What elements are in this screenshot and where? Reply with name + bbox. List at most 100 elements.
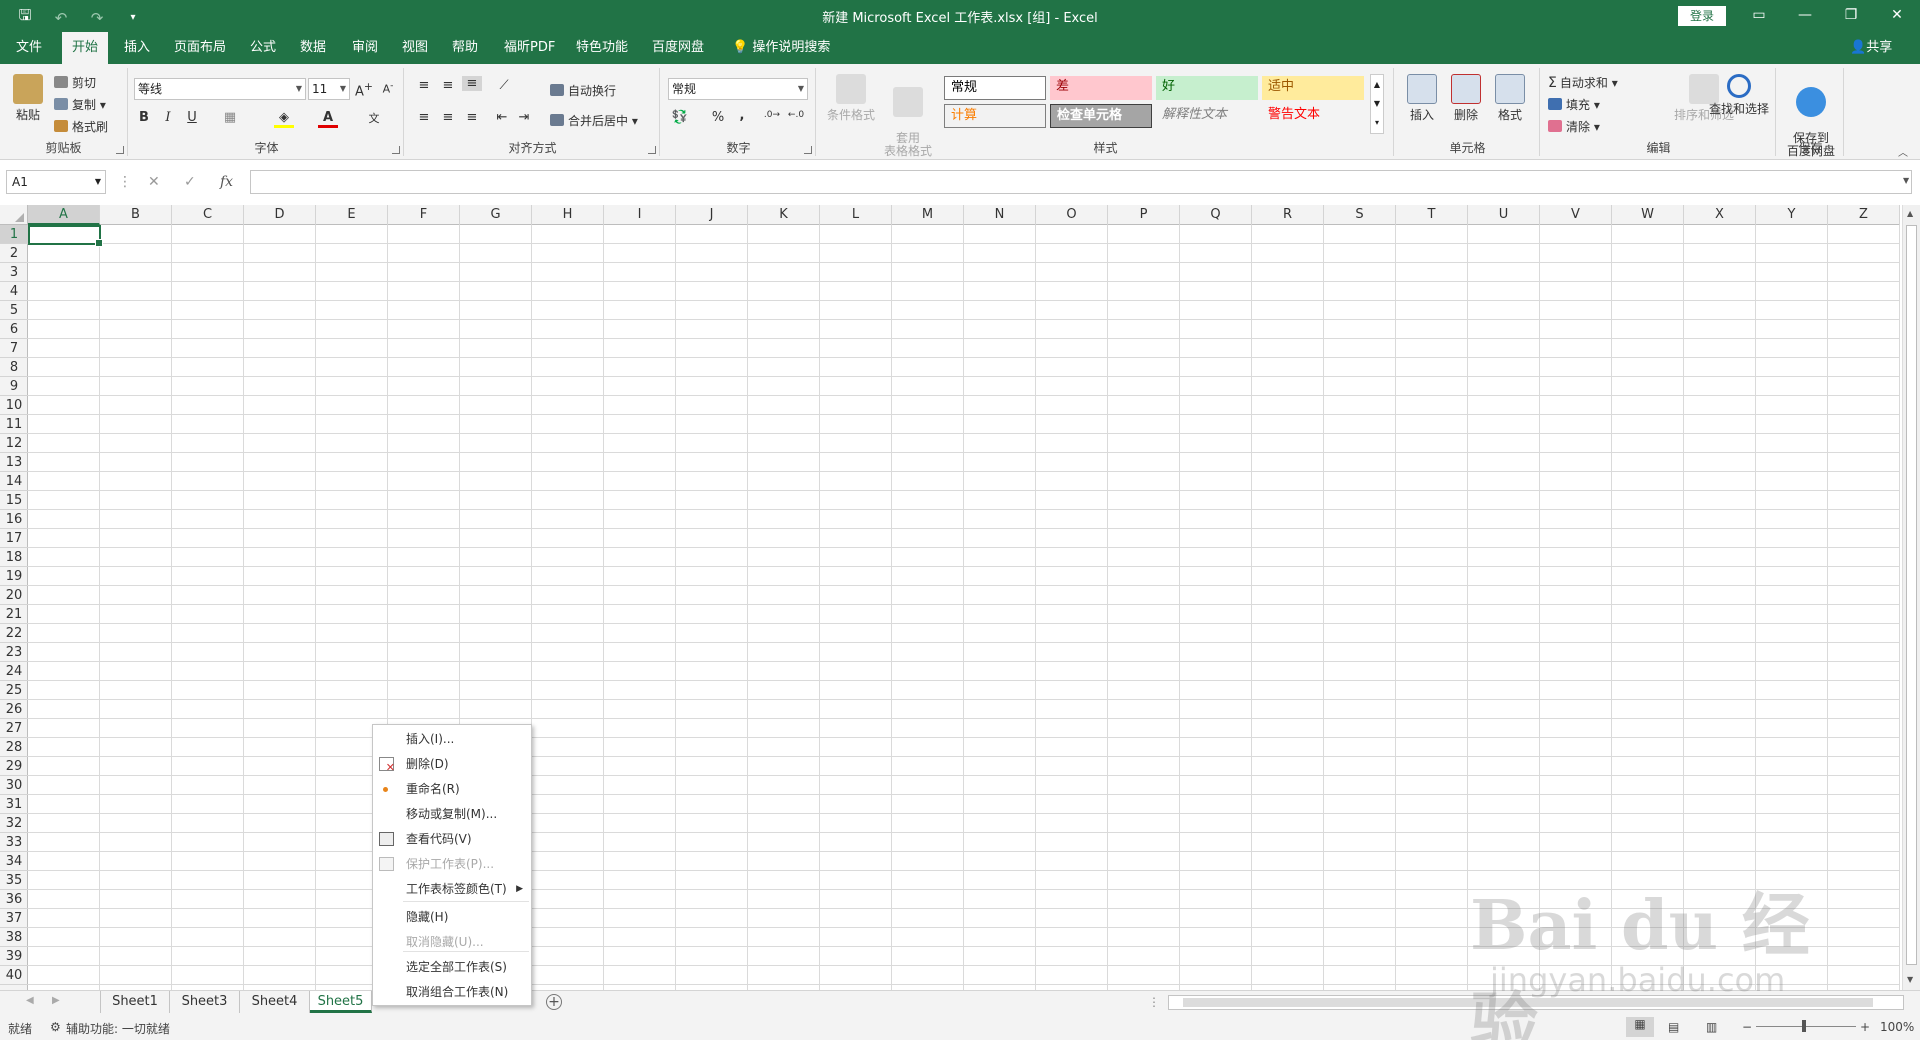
context-menu-item[interactable]: 移动或复制(M)... — [373, 802, 531, 826]
row-header[interactable]: 17 — [0, 529, 28, 548]
cell-style-option[interactable]: 适中 — [1262, 76, 1364, 100]
row-header[interactable]: 7 — [0, 339, 28, 358]
context-menu-item[interactable]: 插入(I)... — [373, 727, 531, 751]
format-cells-button[interactable]: 格式 — [1490, 74, 1530, 123]
name-box[interactable]: A1 ▼ — [6, 170, 106, 194]
column-header[interactable]: O — [1036, 205, 1108, 225]
row-header[interactable]: 19 — [0, 567, 28, 586]
clear-button[interactable]: 清除 ▾ — [1548, 118, 1600, 135]
autosum-button[interactable]: Σ 自动求和 ▾ — [1548, 74, 1618, 91]
context-menu-item[interactable]: 重命名(R) — [373, 777, 531, 801]
login-button[interactable]: 登录 — [1678, 6, 1726, 26]
cut-button[interactable]: 剪切 — [54, 74, 96, 91]
row-header[interactable]: 21 — [0, 605, 28, 624]
column-header[interactable]: C — [172, 205, 244, 225]
row-header[interactable]: 34 — [0, 852, 28, 871]
decrease-indent-icon[interactable]: ⇤ — [492, 110, 512, 125]
tab-split-grip-icon[interactable]: ⋮ — [1148, 995, 1160, 1009]
fill-button[interactable]: 填充 ▾ — [1548, 96, 1600, 113]
percent-button[interactable]: % — [708, 110, 728, 125]
tab-formulas[interactable]: 公式 — [240, 32, 286, 64]
column-header[interactable]: F — [388, 205, 460, 225]
row-header[interactable]: 33 — [0, 833, 28, 852]
alignment-launcher-icon[interactable] — [648, 146, 656, 154]
sheet-tab-sheet1[interactable]: Sheet1 — [100, 991, 170, 1013]
close-icon[interactable]: ✕ — [1874, 0, 1920, 32]
paste-button[interactable]: 粘贴 — [8, 74, 48, 123]
row-header[interactable]: 10 — [0, 396, 28, 415]
sheet-tab-sheet5[interactable]: Sheet5 — [310, 991, 372, 1013]
row-header[interactable]: 14 — [0, 472, 28, 491]
gallery-scroll[interactable]: ▲ ▼ ▾ — [1370, 74, 1384, 134]
row-header[interactable]: 15 — [0, 491, 28, 510]
align-left-icon[interactable]: ≡ — [414, 110, 434, 125]
column-header[interactable]: H — [532, 205, 604, 225]
font-color-icon[interactable]: A — [318, 110, 338, 128]
row-header[interactable]: 12 — [0, 434, 28, 453]
enter-edit-icon[interactable]: ✓ — [184, 174, 196, 190]
row-header[interactable]: 4 — [0, 282, 28, 301]
add-sheet-icon[interactable]: + — [546, 994, 562, 1010]
row-header[interactable]: 18 — [0, 548, 28, 567]
delete-cells-button[interactable]: 删除 — [1446, 74, 1486, 123]
column-header[interactable]: D — [244, 205, 316, 225]
align-center-icon[interactable]: ≡ — [438, 110, 458, 125]
grow-font-icon[interactable]: A+ — [354, 80, 374, 99]
align-right-icon[interactable]: ≡ — [462, 110, 482, 125]
prev-sheet-icon[interactable]: ◀ — [26, 995, 34, 1006]
orientation-icon[interactable]: ⟋ — [494, 78, 514, 93]
row-header[interactable]: 32 — [0, 814, 28, 833]
tell-me-search[interactable]: 💡 操作说明搜索 — [722, 32, 840, 64]
collapse-ribbon-icon[interactable]: ︿ — [1898, 144, 1908, 159]
sheet-tab-sheet4[interactable]: Sheet4 — [240, 991, 310, 1013]
align-middle-icon[interactable]: ≡ — [438, 78, 458, 93]
tab-view[interactable]: 视图 — [392, 32, 438, 64]
vertical-scrollbar[interactable]: ▲ ▼ — [1902, 205, 1920, 990]
column-header[interactable]: I — [604, 205, 676, 225]
tab-insert[interactable]: 插入 — [114, 32, 160, 64]
insert-function-icon[interactable]: fx — [220, 174, 233, 190]
column-header[interactable]: G — [460, 205, 532, 225]
cell-style-option[interactable]: 警告文本 — [1262, 104, 1364, 128]
next-sheet-icon[interactable]: ▶ — [52, 995, 60, 1006]
row-header[interactable]: 2 — [0, 244, 28, 263]
cell-style-option[interactable]: 解释性文本 — [1156, 104, 1258, 128]
column-header[interactable]: Z — [1828, 205, 1900, 225]
row-header[interactable]: 3 — [0, 263, 28, 282]
zoom-level[interactable]: 100% — [1880, 1020, 1914, 1034]
cell-style-option[interactable]: 检查单元格 — [1050, 104, 1152, 128]
row-header[interactable]: 28 — [0, 738, 28, 757]
tab-baidu-pan[interactable]: 百度网盘 — [642, 32, 714, 64]
row-header[interactable]: 5 — [0, 301, 28, 320]
conditional-format-button[interactable]: 条件格式 — [822, 74, 880, 123]
align-top-icon[interactable]: ≡ — [414, 78, 434, 93]
borders-icon[interactable]: ▦ — [220, 110, 240, 125]
row-header[interactable]: 27 — [0, 719, 28, 738]
align-bottom-icon[interactable]: ≡ — [462, 76, 482, 91]
column-header[interactable]: V — [1540, 205, 1612, 225]
column-header[interactable]: B — [100, 205, 172, 225]
shrink-font-icon[interactable]: A- — [378, 80, 398, 96]
context-menu-item[interactable]: 取消组合工作表(N) — [373, 980, 531, 1004]
find-select-button[interactable]: 查找和选择 — [1702, 74, 1776, 117]
comma-button[interactable]: , — [732, 108, 752, 123]
row-header[interactable]: 1 — [0, 225, 28, 244]
row-header[interactable]: 11 — [0, 415, 28, 434]
column-header[interactable]: A — [28, 205, 100, 225]
column-header[interactable]: L — [820, 205, 892, 225]
column-header[interactable]: P — [1108, 205, 1180, 225]
tab-foxit-pdf[interactable]: 福昕PDF — [494, 32, 565, 64]
scroll-down-icon[interactable]: ▼ — [1907, 975, 1913, 984]
row-header[interactable]: 13 — [0, 453, 28, 472]
row-header[interactable]: 37 — [0, 909, 28, 928]
row-header[interactable]: 35 — [0, 871, 28, 890]
ribbon-display-icon[interactable]: ▭ — [1736, 0, 1782, 32]
column-header[interactable]: Y — [1756, 205, 1828, 225]
font-size-select[interactable]: 11 ▼ — [308, 78, 350, 100]
cell-style-option[interactable]: 常规 — [944, 76, 1046, 100]
column-header[interactable]: M — [892, 205, 964, 225]
decrease-decimal-icon[interactable]: ←.0 — [786, 110, 806, 120]
insert-cells-button[interactable]: 插入 — [1402, 74, 1442, 123]
row-header[interactable]: 40 — [0, 966, 28, 985]
context-menu-item[interactable]: 查看代码(V) — [373, 827, 531, 851]
